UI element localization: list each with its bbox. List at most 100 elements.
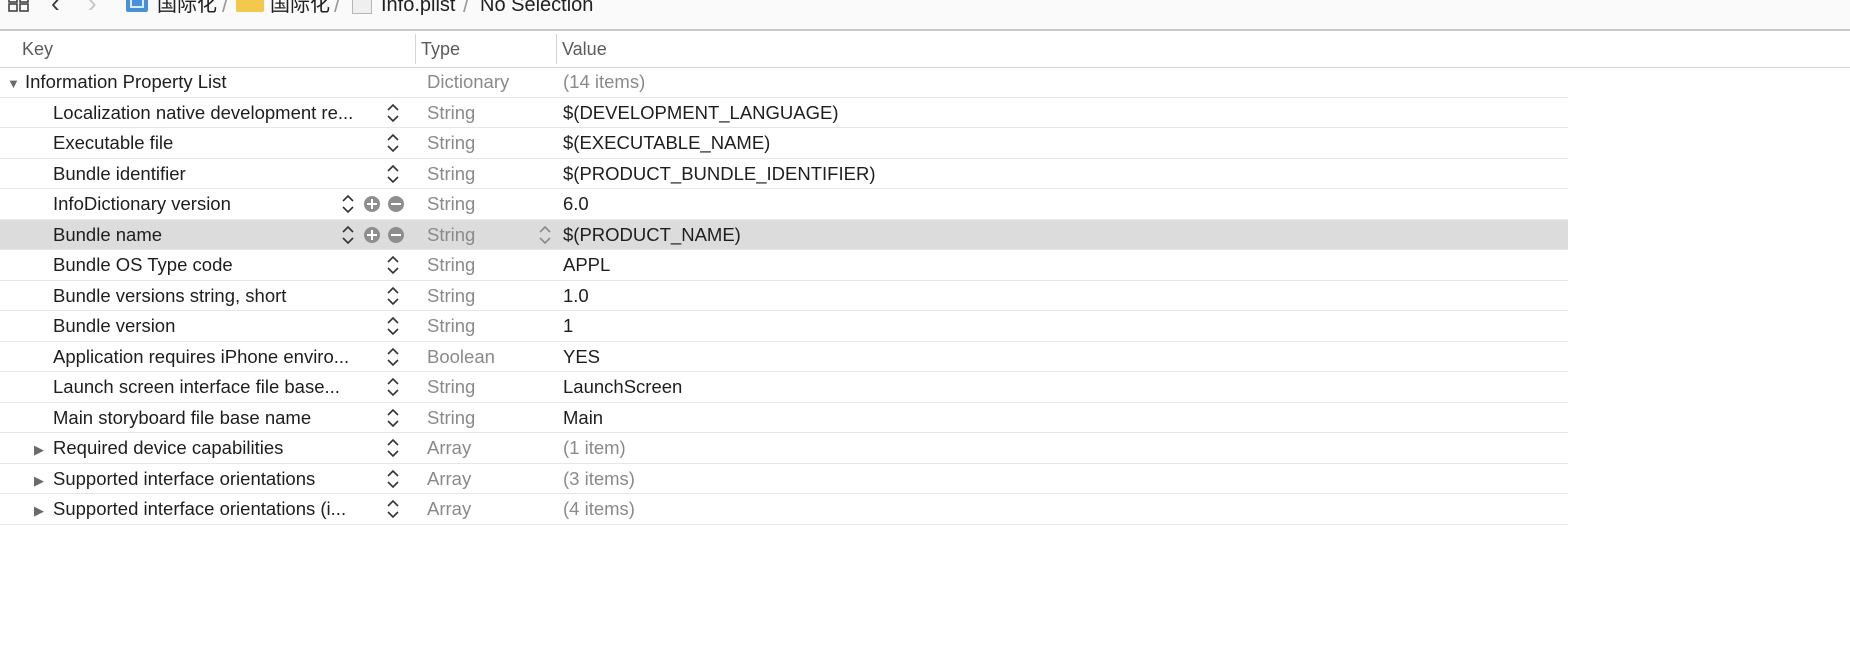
row-type: Array xyxy=(427,498,472,519)
row-key: Localization native development re... xyxy=(53,101,354,123)
row-value: (3 items) xyxy=(563,467,635,489)
row-key: Main storyboard file base name xyxy=(53,406,312,428)
plist-row[interactable]: Main storyboard file base name String Ma… xyxy=(0,403,1568,433)
key-stepper-icon[interactable] xyxy=(386,101,400,125)
row-value[interactable]: YES xyxy=(563,346,600,368)
key-stepper-icon[interactable] xyxy=(386,436,400,460)
row-type: String xyxy=(427,376,476,397)
plist-row[interactable]: Application requires iPhone enviro... Bo… xyxy=(0,342,1568,372)
plist-file-icon xyxy=(352,0,372,14)
disclosure-collapsed-icon[interactable]: ▶ xyxy=(34,470,44,492)
disclosure-collapsed-icon[interactable]: ▶ xyxy=(34,439,44,461)
key-stepper-icon[interactable] xyxy=(386,375,400,399)
row-value: (14 items) xyxy=(563,71,646,92)
project-icon xyxy=(126,0,148,12)
row-key: Application requires iPhone enviro... xyxy=(53,345,350,367)
row-key: Bundle versions string, short xyxy=(53,284,287,306)
remove-row-icon[interactable] xyxy=(388,196,404,212)
plist-row-selected[interactable]: Bundle name String $(PRODUCT_NAME) xyxy=(0,219,1568,250)
remove-row-icon[interactable] xyxy=(388,226,404,243)
jump-bar: ‹ › 国际化 / 国际化 / Info.plist / No Selectio… xyxy=(0,0,1850,31)
row-value[interactable]: Main xyxy=(563,407,603,429)
plist-row[interactable]: InfoDictionary version String 6.0 xyxy=(0,189,1568,220)
row-value[interactable]: $(PRODUCT_NAME) xyxy=(563,224,741,246)
row-key: Supported interface orientations (i... xyxy=(53,498,347,519)
row-type: String xyxy=(427,223,476,245)
row-key: Bundle OS Type code xyxy=(53,254,233,275)
plist-row[interactable]: ▶ Required device capabilities Array (1 … xyxy=(0,433,1568,464)
key-column-header[interactable]: Key xyxy=(22,39,53,60)
breadcrumb-project[interactable]: 国际化 xyxy=(157,0,217,16)
plist-row[interactable]: Bundle OS Type code String APPL xyxy=(0,250,1568,281)
row-type: Array xyxy=(427,467,472,489)
row-type: String xyxy=(427,254,476,275)
value-column-header[interactable]: Value xyxy=(562,39,607,60)
row-type: String xyxy=(427,162,476,184)
row-key: Information Property List xyxy=(25,71,227,92)
column-divider[interactable] xyxy=(415,34,416,64)
back-icon[interactable]: ‹ xyxy=(51,0,60,16)
type-column-header[interactable]: Type xyxy=(421,39,460,60)
key-stepper-icon[interactable] xyxy=(341,192,355,216)
plist-row[interactable]: ▶ Supported interface orientations Array… xyxy=(0,464,1568,494)
breadcrumb-folder[interactable]: 国际化 xyxy=(270,0,330,16)
row-type: String xyxy=(427,101,476,123)
plist-row[interactable]: Executable file String $(EXECUTABLE_NAME… xyxy=(0,128,1568,159)
key-stepper-icon[interactable] xyxy=(386,162,400,186)
row-value[interactable]: 1 xyxy=(563,315,573,337)
row-type: Boolean xyxy=(427,345,495,367)
row-type: Dictionary xyxy=(427,71,510,92)
row-key: Executable file xyxy=(53,132,174,153)
row-key: Bundle identifier xyxy=(53,162,186,184)
type-stepper-icon[interactable] xyxy=(538,223,552,247)
row-value[interactable]: $(DEVELOPMENT_LANGUAGE) xyxy=(563,102,839,124)
disclosure-collapsed-icon[interactable]: ▶ xyxy=(34,500,44,522)
plist-row[interactable]: Bundle version String 1 xyxy=(0,311,1568,342)
breadcrumb-separator: / xyxy=(463,0,470,17)
row-key: Required device capabilities xyxy=(53,437,284,458)
row-type: String xyxy=(427,132,476,153)
row-value[interactable]: 1.0 xyxy=(563,285,589,307)
key-stepper-icon[interactable] xyxy=(386,314,400,338)
row-type: String xyxy=(427,315,476,336)
key-stepper-icon[interactable] xyxy=(386,284,400,308)
key-stepper-icon[interactable] xyxy=(386,406,400,430)
row-key: Supported interface orientations xyxy=(53,467,316,489)
row-value[interactable]: $(PRODUCT_BUNDLE_IDENTIFIER) xyxy=(563,163,876,185)
disclosure-expanded-icon[interactable]: ▼ xyxy=(7,73,20,95)
key-stepper-icon[interactable] xyxy=(386,467,400,491)
add-row-icon[interactable] xyxy=(364,226,380,243)
row-key: Launch screen interface file base... xyxy=(53,376,340,397)
row-value[interactable]: $(EXECUTABLE_NAME) xyxy=(563,132,770,154)
row-value[interactable]: 6.0 xyxy=(563,193,589,215)
row-type: Array xyxy=(427,437,472,458)
row-key: InfoDictionary version xyxy=(53,193,231,214)
related-items-icon[interactable] xyxy=(7,0,31,14)
plist-row[interactable]: Localization native development re... St… xyxy=(0,98,1568,128)
plist-row[interactable]: Bundle versions string, short String 1.0 xyxy=(0,281,1568,311)
breadcrumb-selection[interactable]: No Selection xyxy=(480,0,593,16)
row-type: String xyxy=(427,406,476,428)
key-stepper-icon[interactable] xyxy=(386,131,400,155)
key-stepper-icon[interactable] xyxy=(386,345,400,369)
breadcrumb-separator: / xyxy=(222,0,229,17)
row-value[interactable]: LaunchScreen xyxy=(563,376,682,398)
plist-row[interactable]: Bundle identifier String $(PRODUCT_BUNDL… xyxy=(0,159,1568,189)
row-value: (4 items) xyxy=(563,498,635,519)
key-stepper-icon[interactable] xyxy=(386,253,400,277)
column-header: Key Type Value xyxy=(0,31,1850,68)
breadcrumb-file[interactable]: Info.plist xyxy=(381,0,455,16)
forward-icon[interactable]: › xyxy=(88,0,97,16)
row-key: Bundle version xyxy=(53,315,176,336)
plist-row[interactable]: ▶ Supported interface orientations (i...… xyxy=(0,494,1568,525)
row-key: Bundle name xyxy=(53,223,163,245)
plist-row[interactable]: Launch screen interface file base... Str… xyxy=(0,372,1568,403)
add-row-icon[interactable] xyxy=(364,196,380,212)
row-type: String xyxy=(427,193,476,214)
column-divider[interactable] xyxy=(556,34,557,64)
key-stepper-icon[interactable] xyxy=(386,497,400,521)
row-value[interactable]: APPL xyxy=(563,254,610,276)
key-stepper-icon[interactable] xyxy=(341,223,355,247)
row-type: String xyxy=(427,284,476,306)
plist-row[interactable]: ▼ Information Property List Dictionary (… xyxy=(0,67,1568,98)
